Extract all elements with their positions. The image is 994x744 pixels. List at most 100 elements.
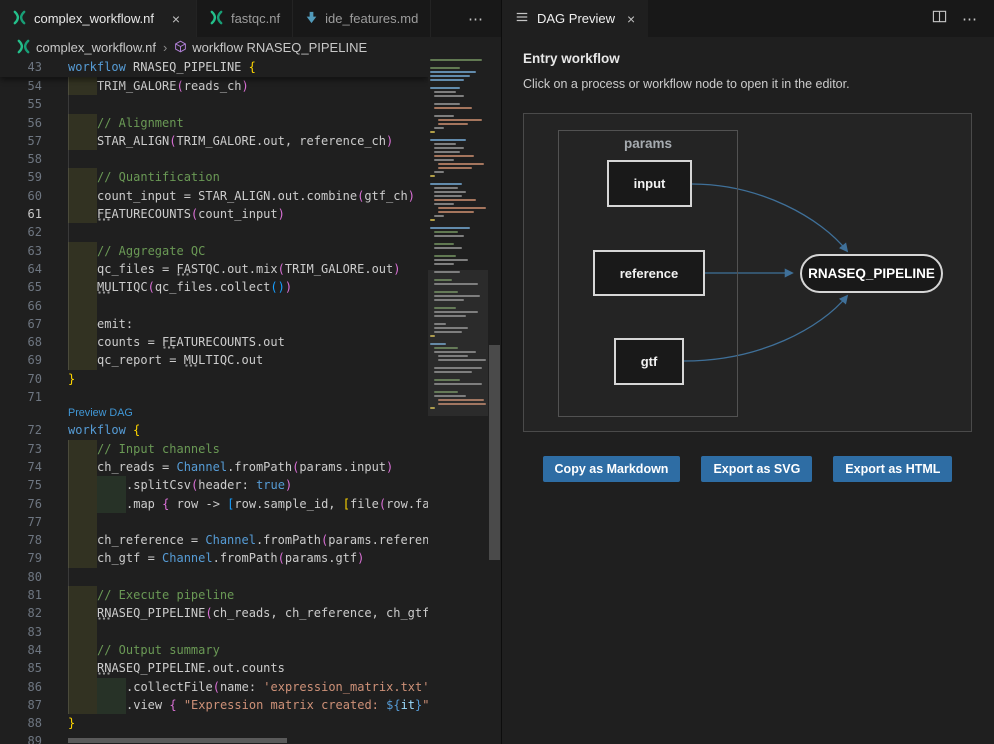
code-line-76[interactable]: 76.map { row -> [row.sample_id, [file(ro…	[0, 495, 428, 513]
code-line-67[interactable]: 67emit:	[0, 315, 428, 333]
minimap-row	[430, 83, 483, 86]
line-content: // Execute pipeline	[68, 586, 234, 604]
code-line-55[interactable]: 55	[0, 95, 428, 113]
code-line-87[interactable]: 87.view { "Expression matrix created: ${…	[0, 696, 428, 714]
code-line-63[interactable]: 63// Aggregate QC	[0, 242, 428, 260]
code-editor[interactable]: 43workflow RNASEQ_PIPELINE { 54TRIM_GALO…	[0, 58, 428, 744]
code-line-60[interactable]: 60count_input = STAR_ALIGN.out.combine(g…	[0, 187, 428, 205]
code-line-83[interactable]: 83	[0, 623, 428, 641]
tab-overflow-button[interactable]: ⋯	[452, 0, 501, 37]
minimap-row	[430, 87, 483, 90]
minimap-row	[430, 71, 483, 74]
code-line-78[interactable]: 78ch_reference = Channel.fromPath(params…	[0, 531, 428, 549]
code-line-66[interactable]: 66	[0, 297, 428, 315]
breadcrumb-symbol[interactable]: workflow RNASEQ_PIPELINE	[174, 40, 367, 56]
code-line-74[interactable]: 74ch_reads = Channel.fromPath(params.inp…	[0, 458, 428, 476]
line-content: // Quantification	[68, 168, 220, 186]
panel-more-actions-button[interactable]: ⋯	[962, 10, 979, 28]
dag-params-label: params	[559, 136, 737, 151]
copy-as-markdown-button[interactable]: Copy as Markdown	[543, 456, 681, 482]
code-line-70[interactable]: 70}	[0, 370, 428, 388]
tab-ide_features-md[interactable]: ide_features.md	[293, 0, 431, 37]
line-number: 61	[0, 205, 68, 223]
minimap-row	[430, 223, 483, 226]
sticky-scroll-line[interactable]: 43workflow RNASEQ_PIPELINE {	[0, 58, 428, 77]
breadcrumb-file[interactable]: complex_workflow.nf	[16, 39, 156, 57]
code-line-71[interactable]: 71	[0, 388, 428, 406]
minimap-row	[430, 63, 483, 66]
tab-fastqc-nf[interactable]: fastqc.nf	[197, 0, 293, 37]
code-line-84[interactable]: 84// Output summary	[0, 641, 428, 659]
code-line-72[interactable]: 72workflow {	[0, 421, 428, 439]
tab-label: complex_workflow.nf	[34, 11, 154, 26]
code-line-81[interactable]: 81// Execute pipeline	[0, 586, 428, 604]
code-line-80[interactable]: 80	[0, 568, 428, 586]
code-line-64[interactable]: 64qc_files = FASTQC.out.mix(TRIM_GALORE.…	[0, 260, 428, 278]
line-number: 75	[0, 476, 68, 494]
line-content: // Input channels	[68, 440, 220, 458]
minimap-row	[430, 227, 483, 230]
code-line-82[interactable]: 82RNASEQ_PIPELINE(ch_reads, ch_reference…	[0, 604, 428, 622]
code-line-65[interactable]: 65MULTIQC(qc_files.collect())	[0, 278, 428, 296]
code-line-77[interactable]: 77	[0, 513, 428, 531]
breadcrumb-symbol-label: workflow RNASEQ_PIPELINE	[192, 40, 367, 55]
line-number: 81	[0, 586, 68, 604]
minimap[interactable]	[428, 58, 488, 744]
export-as-html-button[interactable]: Export as HTML	[833, 456, 952, 482]
breadcrumb: complex_workflow.nf › workflow RNASEQ_PI…	[0, 37, 501, 58]
minimap-row	[430, 207, 483, 210]
code-line-85[interactable]: 85RNASEQ_PIPELINE.out.counts	[0, 659, 428, 677]
horizontal-scrollbar[interactable]	[68, 738, 287, 743]
tab-label: ide_features.md	[325, 11, 418, 26]
code-line-62[interactable]: 62	[0, 223, 428, 241]
codelens-preview-dag[interactable]: Preview DAG	[68, 406, 133, 421]
code-line-68[interactable]: 68counts = FEATURECOUNTS.out	[0, 333, 428, 351]
tab-close-icon[interactable]: ×	[168, 11, 184, 27]
code-line-88[interactable]: 88}	[0, 714, 428, 732]
line-content: // Output summary	[68, 641, 220, 659]
code-line-86[interactable]: 86.collectFile(name: 'expression_matrix.…	[0, 678, 428, 696]
minimap-row	[430, 235, 483, 238]
code-line-69[interactable]: 69qc_report = MULTIQC.out	[0, 351, 428, 369]
minimap-row	[430, 99, 483, 102]
code-line-57[interactable]: 57STAR_ALIGN(TRIM_GALORE.out, reference_…	[0, 132, 428, 150]
line-number: 64	[0, 260, 68, 278]
minimap-row	[430, 103, 483, 106]
line-number: 58	[0, 150, 68, 168]
code-line-61[interactable]: 61FEATURECOUNTS(count_input)	[0, 205, 428, 223]
panel-body: Entry workflow Click on a process or wor…	[502, 37, 994, 744]
line-content: RNASEQ_PIPELINE(ch_reads, ch_reference, …	[68, 604, 428, 622]
dag-node-input[interactable]: input	[607, 160, 692, 207]
code-line-59[interactable]: 59// Quantification	[0, 168, 428, 186]
code-line-56[interactable]: 56// Alignment	[0, 114, 428, 132]
panel-tab-close-icon[interactable]: ×	[627, 11, 635, 27]
panel-tab-dag-preview[interactable]: DAG Preview ×	[502, 0, 648, 37]
export-as-svg-button[interactable]: Export as SVG	[701, 456, 812, 482]
vertical-scrollbar-thumb[interactable]	[489, 345, 500, 560]
split-editor-icon[interactable]	[932, 9, 947, 29]
line-number: 83	[0, 623, 68, 641]
list-icon	[515, 10, 529, 27]
dag-node-reference[interactable]: reference	[593, 250, 705, 296]
export-button-row: Copy as Markdown Export as SVG Export as H…	[523, 456, 972, 482]
vertical-scrollbar[interactable]	[488, 58, 501, 744]
minimap-row	[430, 67, 483, 70]
tab-complex_workflow-nf[interactable]: complex_workflow.nf ×	[0, 0, 197, 37]
minimap-row	[430, 119, 483, 122]
editor-body: 43workflow RNASEQ_PIPELINE { 54TRIM_GALO…	[0, 58, 501, 744]
dag-node-gtf[interactable]: gtf	[614, 338, 684, 385]
code-line-58[interactable]: 58	[0, 150, 428, 168]
code-line-79[interactable]: 79ch_gtf = Channel.fromPath(params.gtf)	[0, 549, 428, 567]
dag-node-rnaseq-pipeline[interactable]: RNASEQ_PIPELINE	[800, 254, 943, 293]
code-line-73[interactable]: 73// Input channels	[0, 440, 428, 458]
minimap-row	[430, 243, 483, 246]
code-line-54[interactable]: 54TRIM_GALORE(reads_ch)	[0, 77, 428, 95]
code-line-75[interactable]: 75.splitCsv(header: true)	[0, 476, 428, 494]
line-number: 82	[0, 604, 68, 622]
minimap-row	[430, 259, 483, 262]
tab-label: fastqc.nf	[231, 11, 280, 26]
minimap-slider[interactable]	[428, 270, 488, 416]
line-number: 78	[0, 531, 68, 549]
tabs-holder: complex_workflow.nf × fastqc.nf ide_feature…	[0, 0, 431, 37]
minimap-row	[430, 263, 483, 266]
